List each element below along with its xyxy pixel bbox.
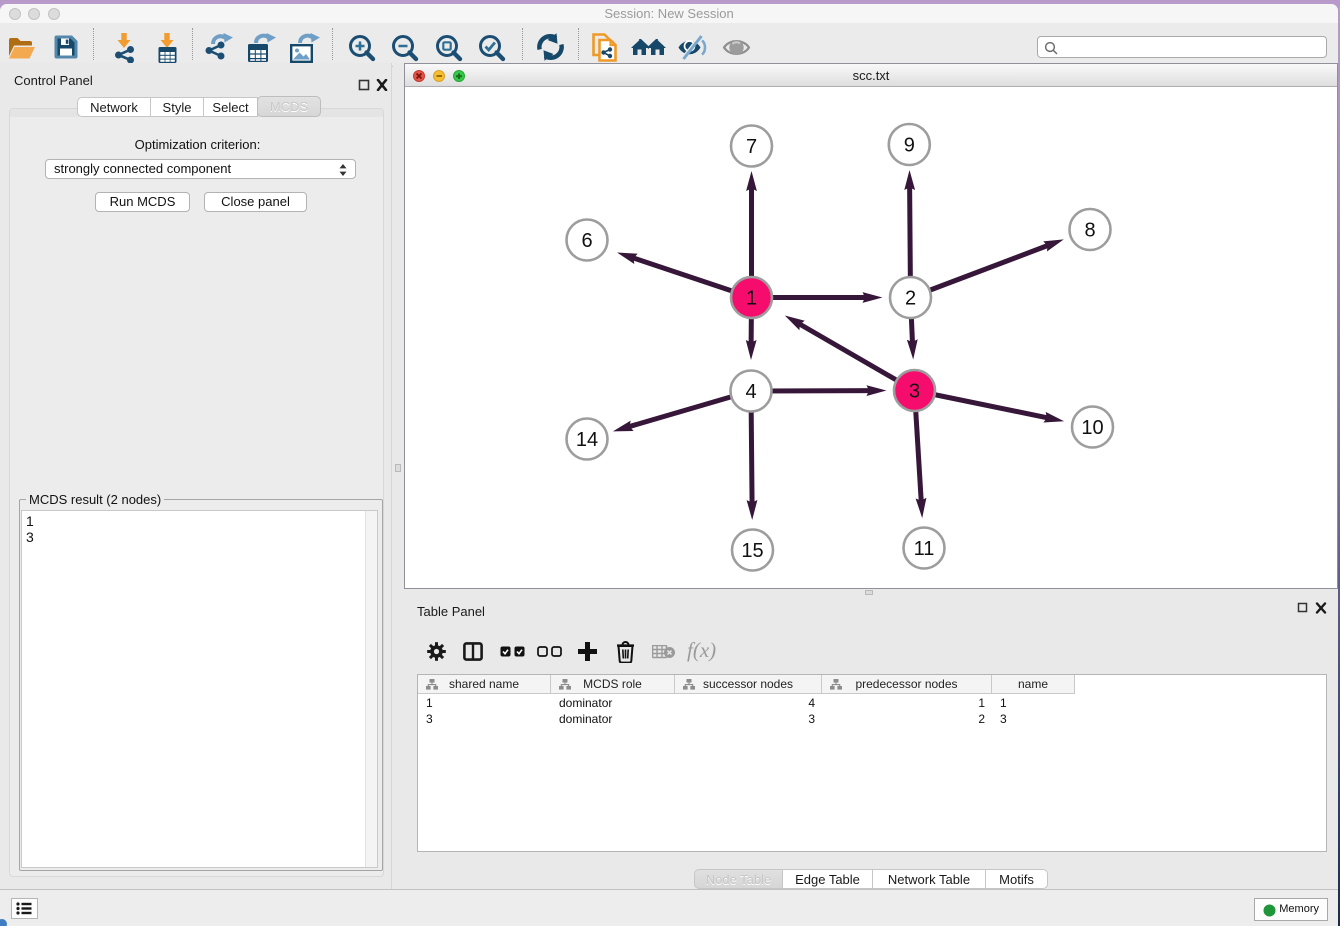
svg-text:10: 10 bbox=[1081, 417, 1103, 439]
svg-text:3: 3 bbox=[909, 381, 920, 403]
svg-text:7: 7 bbox=[746, 136, 757, 158]
svg-text:4: 4 bbox=[745, 381, 756, 403]
svg-text:1: 1 bbox=[746, 288, 757, 310]
svg-text:11: 11 bbox=[914, 538, 935, 560]
svg-text:8: 8 bbox=[1084, 220, 1095, 242]
svg-text:2: 2 bbox=[905, 288, 916, 310]
svg-text:9: 9 bbox=[904, 135, 915, 157]
svg-text:6: 6 bbox=[581, 230, 592, 252]
svg-text:14: 14 bbox=[576, 429, 598, 451]
svg-text:15: 15 bbox=[741, 540, 763, 562]
